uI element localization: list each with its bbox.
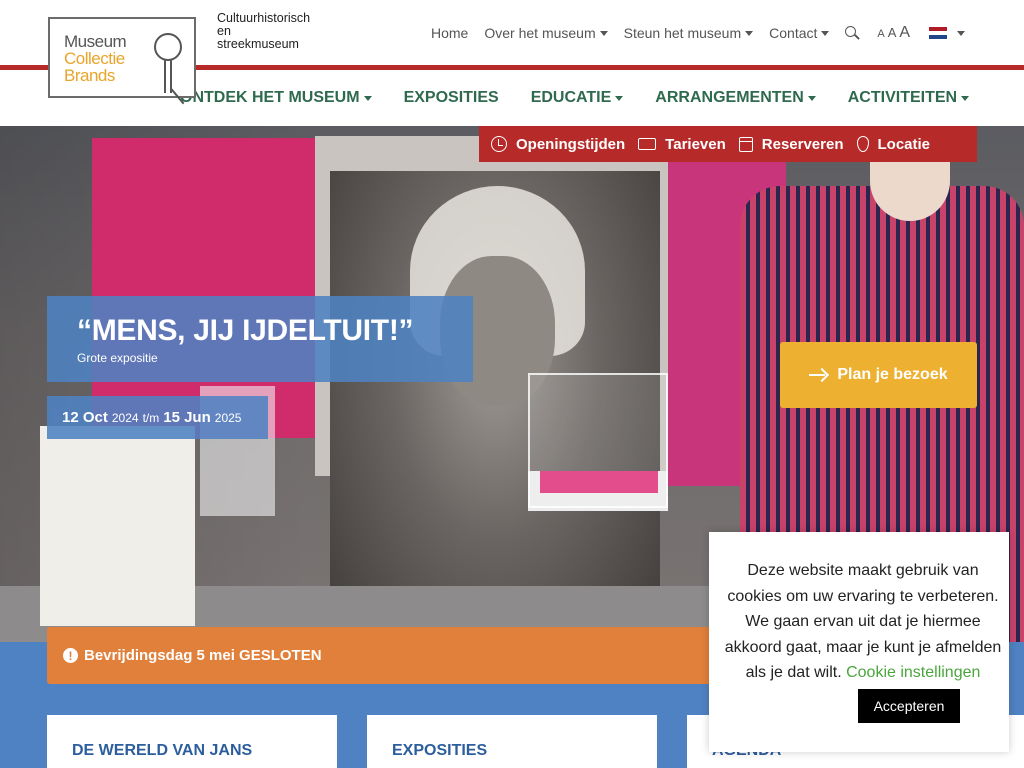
exclamation-icon: ! (63, 648, 78, 663)
closure-alert: ! Bevrijdingsdag 5 mei GESLOTEN (47, 627, 747, 684)
chevron-down-icon (363, 95, 372, 101)
chevron-down-icon (807, 95, 816, 101)
card-de-wereld-van-jans[interactable]: DE WERELD VAN JANS (47, 715, 337, 768)
chevron-down-icon (745, 30, 754, 36)
exhibition-dates: 12 Oct 2024 t/m 15 Jun 2025 (47, 396, 268, 439)
quicklink-locatie[interactable]: Locatie (856, 136, 930, 153)
quick-links-bar: Openingstijden Tarieven Reserveren Locat… (479, 126, 977, 162)
plan-je-bezoek-button[interactable]: Plan je bezoek (780, 342, 977, 408)
keyhole-icon (154, 33, 182, 61)
chevron-down-icon (961, 95, 970, 101)
ticket-icon (638, 138, 657, 150)
top-nav: Home Over het museum Steun het museum Co… (431, 24, 966, 42)
card-exposities[interactable]: EXPOSITIES (367, 715, 657, 768)
chevron-down-icon (615, 95, 624, 101)
nav-arrangementen[interactable]: ARRANGEMENTEN (655, 89, 816, 107)
hero-title-box[interactable]: “MENS, JIJ IJDELTUIT!” Grote expositie (47, 296, 473, 382)
search-icon[interactable] (845, 26, 861, 40)
display-case (528, 373, 668, 508)
language-chevron-down-icon[interactable] (957, 30, 966, 36)
quicklink-reserveren[interactable]: Reserveren (738, 136, 844, 153)
dutch-flag-icon[interactable] (929, 27, 948, 39)
chevron-down-icon (821, 30, 830, 36)
nav-educatie[interactable]: EDUCATIE (531, 89, 624, 107)
font-size-switcher: A A A (877, 24, 913, 42)
nav-exposities[interactable]: EXPOSITIES (404, 89, 499, 107)
cookie-settings-link[interactable]: Cookie instellingen (846, 664, 980, 681)
topnav-steun-het-museum[interactable]: Steun het museum (624, 25, 754, 41)
chevron-down-icon (599, 30, 608, 36)
quicklink-openingstijden[interactable]: Openingstijden (491, 136, 625, 153)
map-pin-icon (856, 136, 869, 152)
site-tagline: Cultuurhistorisch en streekmuseum (217, 11, 311, 51)
arrow-right-icon (809, 368, 827, 382)
font-size-medium[interactable]: A (888, 25, 897, 40)
calendar-icon (738, 136, 753, 152)
site-logo[interactable]: Museum Collectie Brands (48, 17, 199, 105)
topnav-home[interactable]: Home (431, 25, 468, 41)
hero-subtitle: Grote expositie (77, 351, 158, 365)
topnav-over-het-museum[interactable]: Over het museum (484, 25, 608, 41)
accept-cookies-button[interactable]: Accepteren (858, 689, 960, 723)
font-size-large[interactable]: A (899, 24, 910, 42)
cookie-consent-popup: Deze website maakt gebruik van cookies o… (709, 532, 1009, 752)
hero-title: “MENS, JIJ IJDELTUIT!” (77, 314, 414, 347)
clock-icon (491, 136, 507, 152)
nav-ontdek-het-museum[interactable]: ONTDEK HET MUSEUM (180, 89, 372, 107)
quicklink-tarieven[interactable]: Tarieven (638, 136, 726, 153)
font-size-small[interactable]: A (877, 28, 884, 40)
nav-activiteiten[interactable]: ACTIVITEITEN (848, 89, 970, 107)
topnav-contact[interactable]: Contact (769, 25, 830, 41)
